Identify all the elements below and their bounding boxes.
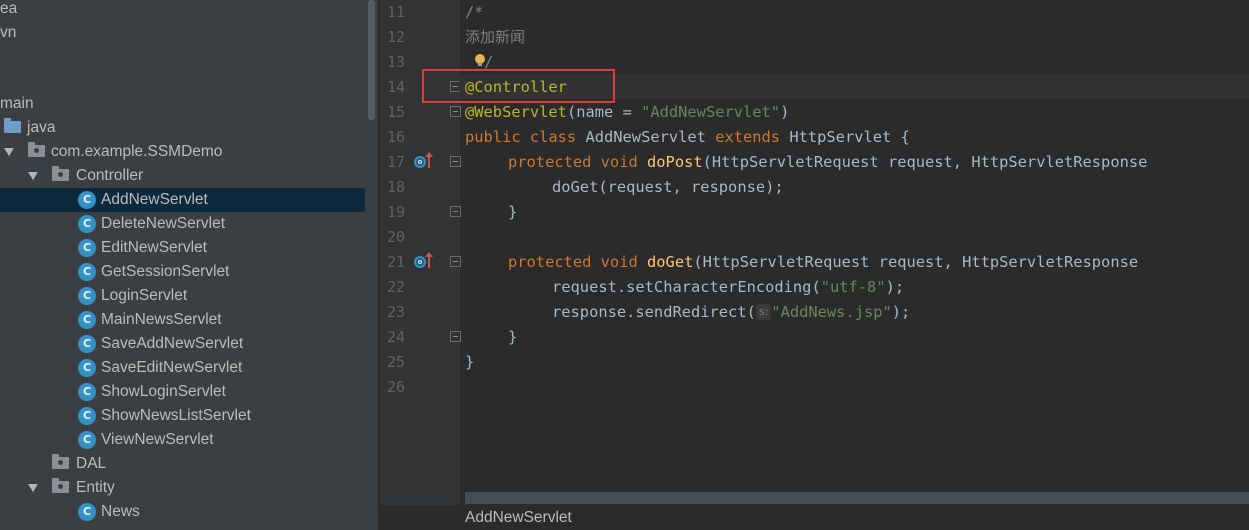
tree-item-label: Entity [76, 479, 115, 496]
tree-item-main[interactable]: main [0, 92, 365, 116]
tree-item-label: News [101, 503, 140, 520]
class-icon: C [78, 407, 96, 425]
tree-item-idea[interactable]: ea [0, 0, 365, 21]
class-icon: C [78, 383, 96, 401]
tree-item-loginservlet[interactable]: C LoginServlet [0, 284, 365, 308]
tree-item-dal[interactable]: DAL [0, 452, 365, 476]
expand-arrow-icon[interactable] [28, 484, 38, 492]
code-line-23: response.sendRedirect(s: "AddNews.jsp"); [552, 303, 911, 321]
tree-item-package[interactable]: com.example.SSMDemo [0, 140, 365, 164]
tree-item-mvn[interactable]: vn [0, 21, 365, 45]
tree-item-label: GetSessionServlet [101, 263, 230, 280]
tree-item-label: Controller [76, 167, 144, 184]
lightbulb-icon[interactable] [475, 54, 485, 66]
tree-item-saveaddnewservlet[interactable]: C SaveAddNewServlet [0, 332, 365, 356]
override-up-arrow-icon[interactable] [425, 252, 433, 268]
tree-item-editnewservlet[interactable]: C EditNewServlet [0, 236, 365, 260]
tree-item-label: ShowNewsListServlet [101, 407, 251, 424]
parameter-hint: s: [755, 304, 772, 320]
class-icon: C [78, 215, 96, 233]
code-line-24: } [508, 328, 518, 346]
tree-item-shownewslistservlet[interactable]: C ShowNewsListServlet [0, 404, 365, 428]
code-line-19: } [508, 203, 518, 221]
code-line-12: 添加新闻 [465, 28, 526, 46]
code-line-22: request.setCharacterEncoding("utf-8"); [552, 278, 905, 296]
code-line-18: doGet(request, response); [552, 178, 784, 196]
expand-arrow-icon[interactable] [4, 148, 14, 156]
override-up-arrow-icon[interactable] [425, 152, 433, 168]
class-icon: C [78, 431, 96, 449]
package-icon [52, 478, 69, 493]
package-icon [52, 454, 69, 469]
override-method-icon[interactable]: o [414, 156, 426, 168]
package-icon [52, 166, 69, 181]
project-tree: ea vn main java com.example.SSMDemo Cont… [0, 0, 365, 530]
tree-item-news[interactable]: C News [0, 500, 365, 524]
tree-item-deletenewservlet[interactable]: C DeleteNewServlet [0, 212, 365, 236]
code-line-16: public class AddNewServlet extends HttpS… [465, 128, 910, 146]
tree-item-entity[interactable]: Entity [0, 476, 365, 500]
class-icon: C [78, 359, 96, 377]
code-line-25: } [465, 353, 475, 371]
breadcrumb-bar: AddNewServlet [380, 505, 1249, 530]
tree-item-label: SaveAddNewServlet [101, 335, 244, 352]
tree-item-label: vn [0, 24, 17, 41]
code-line-11: /* [465, 3, 484, 21]
highlight-annotation-box [422, 69, 615, 103]
class-icon: C [78, 311, 96, 329]
breadcrumb-class[interactable]: AddNewServlet [465, 505, 572, 530]
class-icon: C [78, 503, 96, 521]
tree-item-label: main [0, 95, 34, 112]
code-line-15: @WebServlet(name = "AddNewServlet") [465, 103, 790, 121]
tree-item-label: LoginServlet [101, 287, 188, 304]
tree-item-saveeditnewservlet[interactable]: C SaveEditNewServlet [0, 356, 365, 380]
tree-item-label: java [27, 119, 56, 136]
class-icon: C [78, 263, 96, 281]
tree-item-mainnewsservlet[interactable]: C MainNewsServlet [0, 308, 365, 332]
code-line-17: protected void doPost(HttpServletRequest… [508, 153, 1148, 171]
tree-scrollbar-thumb[interactable] [368, 0, 375, 120]
tree-item-label: EditNewServlet [101, 239, 207, 256]
tree-item-label: AddNewServlet [101, 191, 208, 208]
override-method-icon[interactable]: o [414, 256, 426, 268]
tree-scrollbar[interactable] [365, 0, 378, 530]
tree-item-label: com.example.SSMDemo [51, 143, 223, 160]
tree-item-label: DAL [76, 455, 107, 472]
tree-item-label: ea [0, 0, 18, 17]
tree-item-addnewservlet[interactable]: C AddNewServlet [0, 188, 365, 212]
class-icon: C [78, 287, 96, 305]
tree-item-java[interactable]: java [0, 116, 365, 140]
tree-item-label: DeleteNewServlet [101, 215, 226, 232]
tree-item-label: ShowLoginServlet [101, 383, 226, 400]
code-line-21: protected void doGet(HttpServletRequest … [508, 253, 1139, 271]
package-icon [28, 142, 45, 157]
tree-item-label: ViewNewServlet [101, 431, 214, 448]
tree-item-label: SaveEditNewServlet [101, 359, 243, 376]
tree-item-showloginservlet[interactable]: C ShowLoginServlet [0, 380, 365, 404]
tree-item-getsessionservlet[interactable]: C GetSessionServlet [0, 260, 365, 284]
class-icon: C [78, 335, 96, 353]
tree-item-label: MainNewsServlet [101, 311, 222, 328]
tree-item-viewnewservlet[interactable]: C ViewNewServlet [0, 428, 365, 452]
horizontal-scrollbar[interactable] [465, 492, 1249, 504]
class-icon: C [78, 239, 96, 257]
tree-item-controller[interactable]: Controller [0, 164, 365, 188]
class-icon: C [78, 191, 96, 209]
source-folder-icon [4, 118, 21, 133]
expand-arrow-icon[interactable] [28, 172, 38, 180]
